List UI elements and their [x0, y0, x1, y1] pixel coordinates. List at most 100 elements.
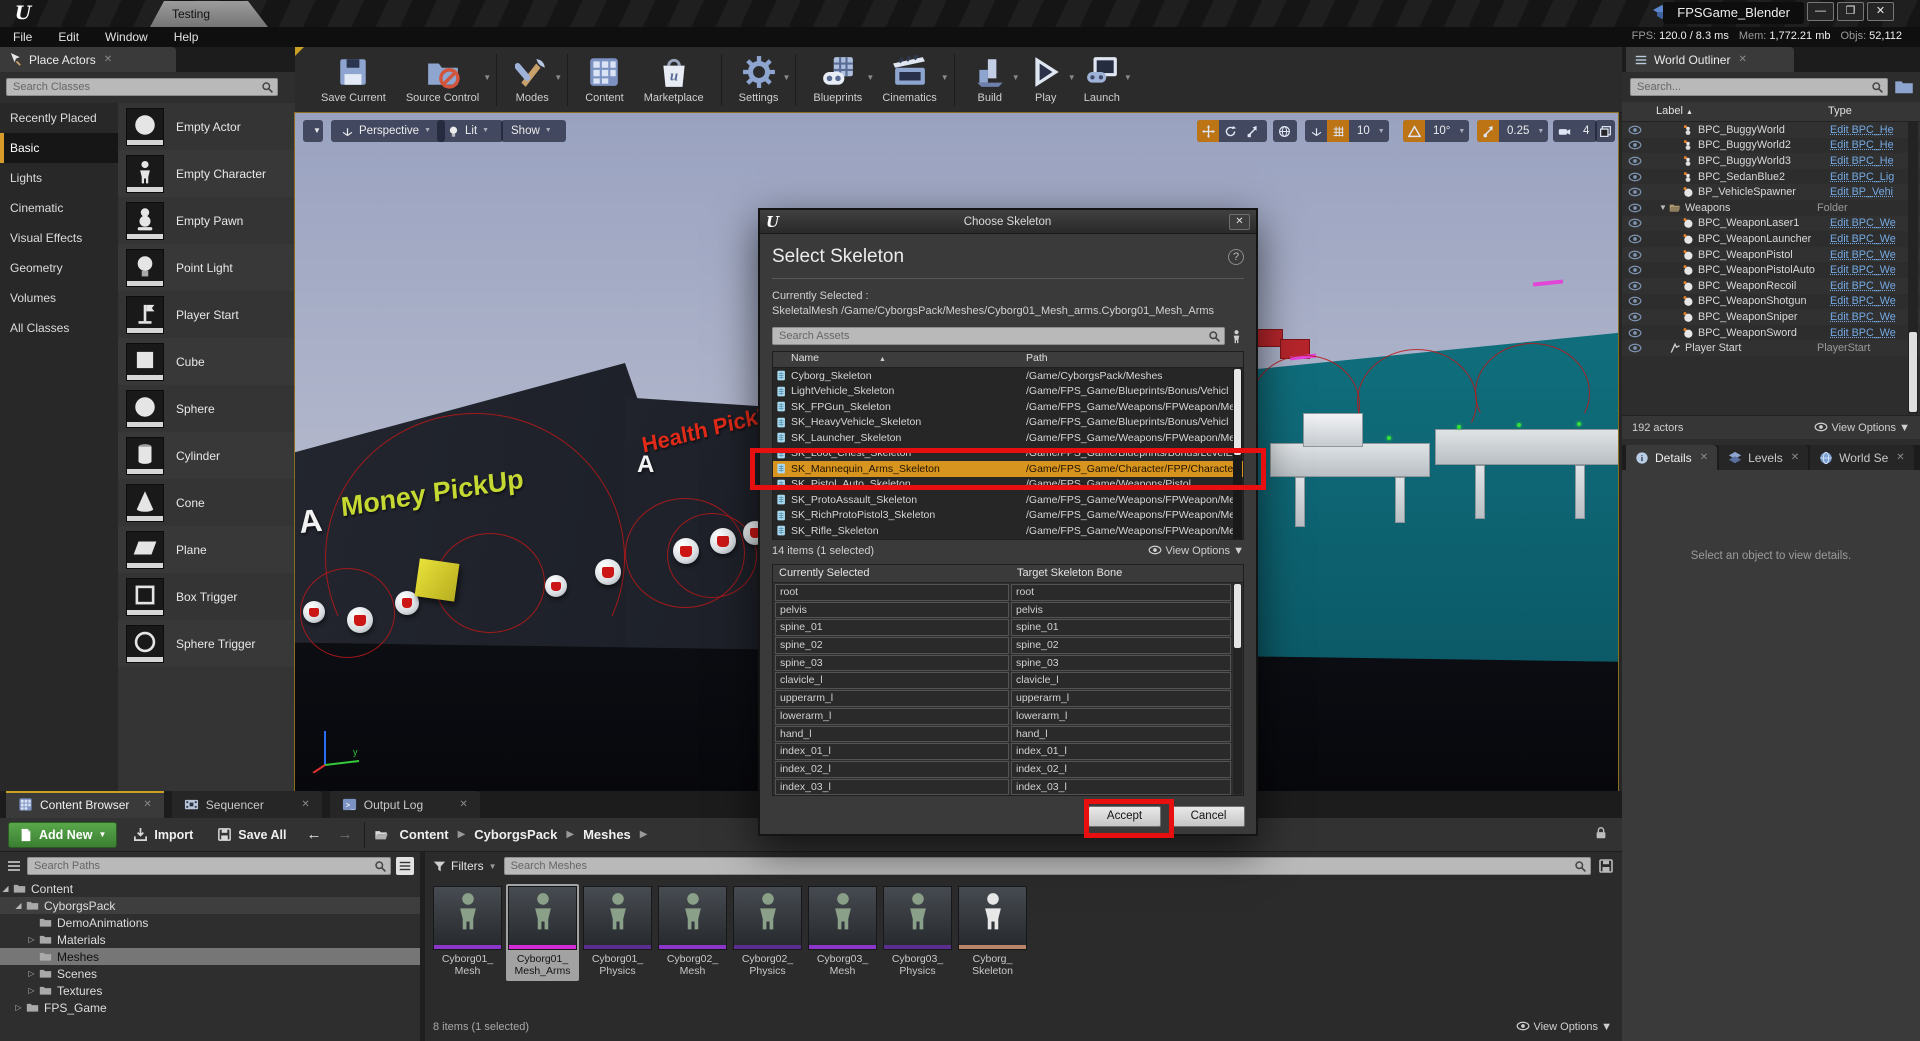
toolbar-button[interactable]: Modes ▼	[504, 51, 560, 108]
category-item[interactable]: Cinematic	[0, 193, 118, 223]
viewport-options-dropdown[interactable]: ▼	[303, 120, 323, 142]
rotate-mode-button[interactable]	[1219, 120, 1241, 142]
content-tree-item[interactable]: ▷ Materials	[0, 931, 420, 948]
camera-speed-icon[interactable]	[1553, 120, 1575, 142]
placeable-actor-item[interactable]: Empty Character	[118, 150, 295, 197]
add-new-button[interactable]: Add New▼	[8, 822, 117, 848]
developer-content-icon[interactable]	[1229, 329, 1244, 344]
grid-snap-value[interactable]: 10	[1349, 125, 1378, 137]
toolbar-button[interactable]: Settings ▼	[729, 51, 789, 108]
menu-item[interactable]: Edit	[45, 27, 92, 47]
content-tree-item[interactable]: ▷ Scenes	[0, 965, 420, 982]
outliner-row[interactable]: ▼ BPC_WeaponShotgun Edit BPC_We	[1622, 294, 1920, 310]
skeleton-asset-row[interactable]: SK_FPGun_Skeleton /Game/FPS_Game/Weapons…	[773, 399, 1243, 415]
toolbar-button[interactable]: Build ▼	[962, 51, 1018, 108]
content-tree-item[interactable]: ◢ CyborgsPack	[0, 897, 420, 914]
actor-type-link[interactable]: PlayerStart	[1817, 342, 1920, 354]
translate-mode-button[interactable]	[1197, 120, 1219, 142]
category-item[interactable]: Basic	[0, 133, 118, 163]
list-view-button[interactable]	[396, 857, 414, 875]
actor-type-link[interactable]: Edit BPC_He	[1830, 155, 1920, 167]
skeleton-asset-row[interactable]: SK_HeavyVehicle_Skeleton /Game/FPS_Game/…	[773, 415, 1243, 431]
close-icon[interactable]: ✕	[1700, 452, 1708, 463]
outliner-scrollbar[interactable]	[1908, 122, 1918, 414]
visibility-eye-icon[interactable]	[1628, 281, 1642, 291]
content-tree-item[interactable]: ▷ FPS_Game	[0, 999, 420, 1016]
toolbar-button[interactable]: Source Control ▼	[396, 51, 489, 108]
rotation-snap-value[interactable]: 10°	[1425, 125, 1458, 137]
category-item[interactable]: Volumes	[0, 283, 118, 313]
content-tree-item[interactable]: ◢ Content	[0, 880, 420, 897]
visibility-eye-icon[interactable]	[1628, 343, 1642, 353]
search-assets-input[interactable]	[504, 857, 1591, 875]
outliner-row[interactable]: ▼ BPC_BuggyWorld3 Edit BPC_He	[1622, 153, 1920, 169]
actor-type-link[interactable]: Edit BPC_We	[1830, 280, 1920, 292]
skeleton-asset-row[interactable]: Cyborg_Skeleton /Game/CyborgsPack/Meshes	[773, 368, 1243, 384]
close-icon[interactable]: ✕	[129, 799, 151, 810]
rotation-snap-toggle[interactable]	[1403, 120, 1425, 142]
toolbar-button[interactable]: Play ▼	[1018, 51, 1074, 108]
bone-list-scrollbar[interactable]	[1233, 584, 1242, 794]
close-icon[interactable]: ✕	[445, 799, 467, 810]
actor-type-link[interactable]: Edit BPC_He	[1830, 124, 1920, 136]
actor-type-link[interactable]: Edit BPC_We	[1830, 217, 1920, 229]
content-tree-item[interactable]: DemoAnimations	[0, 914, 420, 931]
category-item[interactable]: Recently Placed	[0, 103, 118, 133]
outliner-row[interactable]: ▼ BPC_BuggyWorld Edit BPC_He	[1622, 122, 1920, 138]
save-all-button[interactable]: Save All	[209, 827, 294, 842]
menu-item[interactable]: Window	[92, 27, 161, 47]
search-assets-input[interactable]	[772, 327, 1225, 345]
asset-tile[interactable]: Cyborg_ Skeleton	[956, 884, 1029, 981]
outliner-row[interactable]: ▼ BP_VehicleSpawner Edit BP_Vehi	[1622, 184, 1920, 200]
outliner-row[interactable]: ▼ BPC_SedanBlue2 Edit BPC_Lig	[1622, 169, 1920, 185]
actor-type-link[interactable]: Edit BPC_We	[1830, 249, 1920, 261]
lit-mode-button[interactable]: Lit▼	[437, 120, 503, 142]
visibility-eye-icon[interactable]	[1628, 218, 1642, 228]
bottom-panel-tab[interactable]: Content Browser ✕	[6, 791, 164, 818]
perspective-button[interactable]: Perspective▼	[331, 120, 445, 142]
breadcrumb-item[interactable]: Content	[399, 827, 448, 842]
asset-tile[interactable]: Cyborg02_ Physics	[731, 884, 804, 981]
new-folder-icon[interactable]	[1894, 77, 1914, 97]
placeable-actor-item[interactable]: Sphere	[118, 385, 295, 432]
back-button[interactable]: ←	[302, 826, 325, 843]
scale-mode-button[interactable]	[1241, 120, 1263, 142]
outliner-row[interactable]: ▼ BPC_WeaponPistolAuto Edit BPC_We	[1622, 262, 1920, 278]
placeable-actor-item[interactable]: Empty Pawn	[118, 197, 295, 244]
cancel-button[interactable]: Cancel	[1172, 806, 1245, 827]
skeleton-asset-row[interactable]: LightVehicle_Skeleton /Game/FPS_Game/Blu…	[773, 384, 1243, 400]
breadcrumb-item[interactable]: Meshes	[583, 827, 631, 842]
name-column-header[interactable]: Name▲	[773, 352, 1026, 367]
close-icon[interactable]: ✕	[1896, 452, 1904, 463]
bottom-panel-tab[interactable]: Sequencer ✕	[172, 791, 322, 818]
outliner-row[interactable]: ▼ BPC_WeaponSniper Edit BPC_We	[1622, 309, 1920, 325]
menu-item[interactable]: File	[0, 27, 45, 47]
tab-world-outliner[interactable]: World Outliner ✕	[1626, 47, 1794, 72]
visibility-eye-icon[interactable]	[1628, 125, 1642, 135]
outliner-row[interactable]: ▼ Weapons Folder	[1622, 200, 1920, 216]
view-options-button[interactable]: View Options ▼	[1148, 545, 1244, 557]
close-button[interactable]: ✕	[1867, 2, 1894, 21]
content-tree-item[interactable]: ▷ Textures	[0, 982, 420, 999]
actor-type-link[interactable]: Edit BPC_We	[1830, 233, 1920, 245]
outliner-row[interactable]: ▼ BPC_BuggyWorld2 Edit BPC_He	[1622, 138, 1920, 154]
outliner-row[interactable]: ▼ BPC_WeaponLauncher Edit BPC_We	[1622, 231, 1920, 247]
import-button[interactable]: Import	[125, 827, 201, 842]
path-column-header[interactable]: Path	[1026, 352, 1243, 367]
scale-snap-toggle[interactable]	[1477, 120, 1499, 142]
actor-type-link[interactable]: Edit BPC_We	[1830, 311, 1920, 323]
minimize-button[interactable]: —	[1807, 2, 1834, 21]
dialog-close-button[interactable]: ✕	[1229, 214, 1250, 230]
visibility-eye-icon[interactable]	[1628, 312, 1642, 322]
visibility-eye-icon[interactable]	[1628, 250, 1642, 260]
placeable-actor-item[interactable]: Sphere Trigger	[118, 620, 295, 667]
placeable-actor-item[interactable]: Point Light	[118, 244, 295, 291]
restore-button[interactable]: ❐	[1837, 2, 1864, 21]
actor-type-link[interactable]: Edit BPC_We	[1830, 327, 1920, 339]
placeable-actor-item[interactable]: Cone	[118, 479, 295, 526]
asset-tile[interactable]: Cyborg02_ Mesh	[656, 884, 729, 981]
dialog-title-bar[interactable]: U Choose Skeleton ✕	[760, 210, 1256, 234]
search-paths-input[interactable]	[27, 857, 391, 875]
outliner-row[interactable]: ▼ Player Start PlayerStart	[1622, 340, 1920, 356]
outliner-row[interactable]: ▼ BPC_WeaponPistol Edit BPC_We	[1622, 247, 1920, 263]
